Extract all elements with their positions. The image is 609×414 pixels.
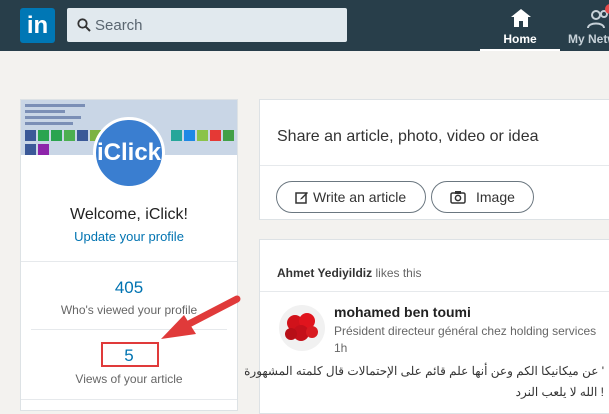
divider xyxy=(21,399,237,400)
search-box[interactable] xyxy=(67,8,347,42)
feed-post: Ahmet Yediyildiz likes this mohamed ben … xyxy=(244,239,609,414)
linkedin-logo[interactable]: in xyxy=(20,8,55,43)
post-social-header: Ahmet Yediyildiz likes this xyxy=(277,266,422,280)
camera-icon xyxy=(450,191,466,204)
share-prompt[interactable]: Share an article, photo, video or idea xyxy=(277,128,539,146)
notification-badge xyxy=(605,4,609,14)
divider xyxy=(260,165,609,166)
post-time: 1h xyxy=(334,341,348,355)
article-views-label[interactable]: Views of your article xyxy=(21,372,237,386)
highlight-box xyxy=(101,342,159,367)
search-icon xyxy=(77,18,91,32)
roses-image xyxy=(285,313,318,341)
post-text-line: ! الله لا يلعب النرد xyxy=(515,385,604,399)
welcome-text: Welcome, iClick! xyxy=(70,206,188,223)
nav-home[interactable]: Home xyxy=(480,0,560,51)
search-input[interactable] xyxy=(95,8,335,42)
profile-views-label[interactable]: Who's viewed your profile xyxy=(21,303,237,317)
top-nav-bar: in Home My Netw xyxy=(0,0,609,51)
profile-views-count[interactable]: 405 xyxy=(21,278,237,298)
nav-home-label: Home xyxy=(503,32,537,46)
image-label: Image xyxy=(476,189,515,205)
actor-action: likes this xyxy=(375,266,422,280)
author-avatar[interactable] xyxy=(279,305,325,351)
author-title: Président directeur général chez holding… xyxy=(334,324,597,338)
post-text-line: ' عن ميكانيكا الكم وعن أنها علم قائم على… xyxy=(244,364,604,378)
home-icon xyxy=(511,9,531,27)
image-button[interactable]: Image xyxy=(431,181,534,213)
update-profile-link[interactable]: Update your profile xyxy=(21,229,237,244)
write-article-label: Write an article xyxy=(313,189,407,205)
share-box: Share an article, photo, video or idea W… xyxy=(259,99,609,220)
write-article-button[interactable]: Write an article xyxy=(276,181,426,213)
divider xyxy=(260,291,609,292)
pencil-icon xyxy=(295,192,308,204)
profile-avatar[interactable]: iClick xyxy=(93,117,165,189)
author-name[interactable]: mohamed ben toumi xyxy=(334,304,471,320)
divider xyxy=(21,261,237,262)
actor-name[interactable]: Ahmet Yediyildiz xyxy=(277,266,372,280)
divider xyxy=(31,329,227,330)
nav-my-network[interactable]: My Netw xyxy=(565,0,609,51)
nav-my-network-label: My Netw xyxy=(568,32,609,46)
profile-card: iClick Welcome, iClick! Update your prof… xyxy=(20,99,238,411)
